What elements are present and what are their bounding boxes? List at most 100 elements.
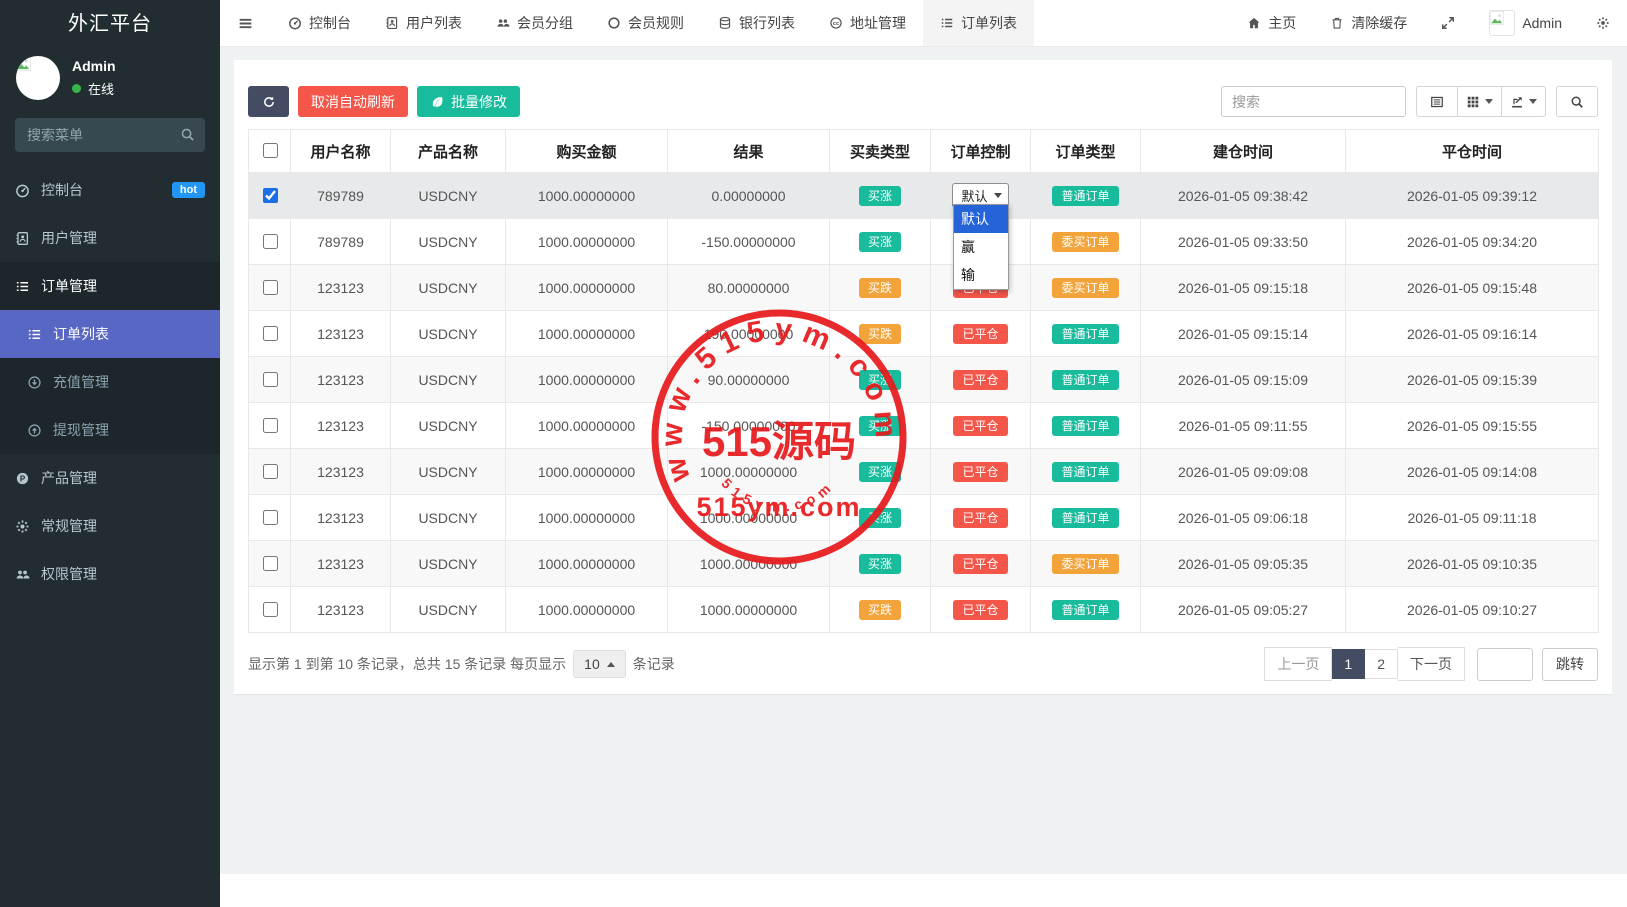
nav-item-bank-list[interactable]: 银行列表 <box>701 0 812 46</box>
svg-text:cc: cc <box>833 21 839 27</box>
column-header[interactable]: 买卖类型 <box>830 130 931 173</box>
search-button[interactable] <box>1556 86 1598 117</box>
row-checkbox[interactable] <box>263 464 278 479</box>
sidebar-item-general-mgmt[interactable]: 常规管理 <box>0 502 220 550</box>
nav-clear-cache[interactable]: 清除缓存 <box>1313 0 1424 46</box>
close-time-cell: 2026-01-05 09:15:48 <box>1346 265 1599 311</box>
dropdown-option-输[interactable]: 输 <box>954 261 1008 289</box>
page-size-value: 10 <box>584 656 600 672</box>
refresh-icon <box>262 95 276 109</box>
product-cell: USDCNY <box>391 403 506 449</box>
product-cell: USDCNY <box>391 173 506 219</box>
cancel-auto-refresh-button[interactable]: 取消自动刷新 <box>298 86 408 117</box>
pagination-prev[interactable]: 上一页 <box>1264 647 1332 681</box>
page-size-select[interactable]: 10 <box>573 650 626 678</box>
column-header[interactable]: 订单类型 <box>1031 130 1141 173</box>
row-checkbox[interactable] <box>263 234 278 249</box>
nav-item-address-mgmt[interactable]: cc地址管理 <box>812 0 923 46</box>
sidebar-item-withdraw-mgmt[interactable]: 提现管理 <box>0 406 220 454</box>
status-badge: 普通订单 <box>1052 416 1118 436</box>
refresh-button[interactable] <box>248 86 289 117</box>
fullscreen-button[interactable] <box>1424 0 1472 46</box>
product-cell: USDCNY <box>391 219 506 265</box>
user-cell: 123123 <box>291 495 391 541</box>
nav-item-dashboard[interactable]: 控制台 <box>271 0 368 46</box>
table-row: 123123USDCNY1000.00000000190.00000000买跌已… <box>249 311 1599 357</box>
column-header[interactable]: 购买金额 <box>506 130 668 173</box>
pagination-page-2[interactable]: 2 <box>1365 649 1398 679</box>
open-time-cell: 2026-01-05 09:15:09 <box>1141 357 1346 403</box>
page-jump-input[interactable] <box>1477 648 1533 681</box>
sidebar-item-label: 常规管理 <box>41 516 194 536</box>
user-panel: Admin 在线 <box>0 48 220 112</box>
sidebar-item-recharge-mgmt[interactable]: 充值管理 <box>0 358 220 406</box>
dropdown-option-默认[interactable]: 默认 <box>954 205 1008 233</box>
navbar-right: 主页 清除缓存 Admin <box>1230 0 1627 46</box>
export-button[interactable] <box>1502 86 1546 117</box>
sidebar-item-product-mgmt[interactable]: P产品管理 <box>0 454 220 502</box>
pagination-next[interactable]: 下一页 <box>1398 647 1465 681</box>
product-cell: USDCNY <box>391 449 506 495</box>
status-badge: 委买订单 <box>1052 232 1118 252</box>
sidebar-search-input[interactable] <box>15 118 205 152</box>
row-checkbox[interactable] <box>263 188 278 203</box>
batch-edit-button[interactable]: 批量修改 <box>417 86 520 117</box>
user-cell: 123123 <box>291 311 391 357</box>
status-badge: 买跌 <box>859 278 901 298</box>
status-badge: 买涨 <box>859 186 901 206</box>
order-type-cell: 普通订单 <box>1031 403 1141 449</box>
close-time-cell: 2026-01-05 09:34:20 <box>1346 219 1599 265</box>
sidebar-toggle-button[interactable] <box>220 0 271 46</box>
status-badge: 普通订单 <box>1052 186 1118 206</box>
open-time-cell: 2026-01-05 09:05:35 <box>1141 541 1346 587</box>
column-header[interactable]: 订单控制 <box>931 130 1031 173</box>
row-checkbox[interactable] <box>263 372 278 387</box>
sidebar-item-dashboard[interactable]: 控制台hot <box>0 166 220 214</box>
column-header[interactable]: 建仓时间 <box>1141 130 1346 173</box>
checkbox-cell <box>249 449 291 495</box>
nav-item-member-rule[interactable]: 会员规则 <box>590 0 701 46</box>
nav-item-label: 会员分组 <box>517 13 573 33</box>
select-all-checkbox[interactable] <box>263 143 278 158</box>
nav-item-user-list[interactable]: 用户列表 <box>368 0 479 46</box>
dropdown-option-赢[interactable]: 赢 <box>954 233 1008 261</box>
row-checkbox[interactable] <box>263 418 278 433</box>
image-placeholder-icon <box>16 56 31 71</box>
detail-view-button[interactable] <box>1416 86 1458 117</box>
user-avatar <box>16 56 60 100</box>
sidebar-item-order-mgmt[interactable]: 订单管理 <box>0 262 220 310</box>
amount-cell: 1000.00000000 <box>506 449 668 495</box>
settings-button[interactable] <box>1579 0 1627 46</box>
columns-button[interactable] <box>1458 86 1502 117</box>
grid-columns-icon <box>1466 95 1480 109</box>
column-header[interactable]: 产品名称 <box>391 130 506 173</box>
side-cell: 买跌 <box>830 311 931 357</box>
column-header[interactable]: 平仓时间 <box>1346 130 1599 173</box>
row-checkbox[interactable] <box>263 510 278 525</box>
pagination-page-1[interactable]: 1 <box>1332 649 1365 679</box>
user-cell: 789789 <box>291 219 391 265</box>
control-cell: 已平仓 <box>931 403 1031 449</box>
nav-home[interactable]: 主页 <box>1230 0 1313 46</box>
sidebar-item-perm-mgmt[interactable]: 权限管理 <box>0 550 220 598</box>
sidebar-item-order-list[interactable]: 订单列表 <box>0 310 220 358</box>
row-checkbox[interactable] <box>263 556 278 571</box>
users-icon <box>15 567 30 582</box>
table-search-input[interactable] <box>1221 86 1406 117</box>
nav-item-member-group[interactable]: 会员分组 <box>479 0 590 46</box>
result-cell: 1000.00000000 <box>668 541 830 587</box>
nav-item-order-list[interactable]: 订单列表 <box>923 0 1034 46</box>
page-jump-button[interactable]: 跳转 <box>1542 648 1598 681</box>
row-checkbox[interactable] <box>263 602 278 617</box>
column-header[interactable]: 结果 <box>668 130 830 173</box>
row-checkbox[interactable] <box>263 280 278 295</box>
navbar-user-menu[interactable]: Admin <box>1472 0 1579 46</box>
trash-icon <box>1330 16 1344 30</box>
sidebar-item-user-mgmt[interactable]: 用户管理 <box>0 214 220 262</box>
row-checkbox[interactable] <box>263 326 278 341</box>
side-cell: 买涨 <box>830 541 931 587</box>
checkbox-cell <box>249 587 291 633</box>
column-header[interactable]: 用户名称 <box>291 130 391 173</box>
orders-table-wrap: 用户名称产品名称购买金额结果买卖类型订单控制订单类型建仓时间平仓时间 78978… <box>248 129 1598 633</box>
order-type-cell: 普通订单 <box>1031 587 1141 633</box>
